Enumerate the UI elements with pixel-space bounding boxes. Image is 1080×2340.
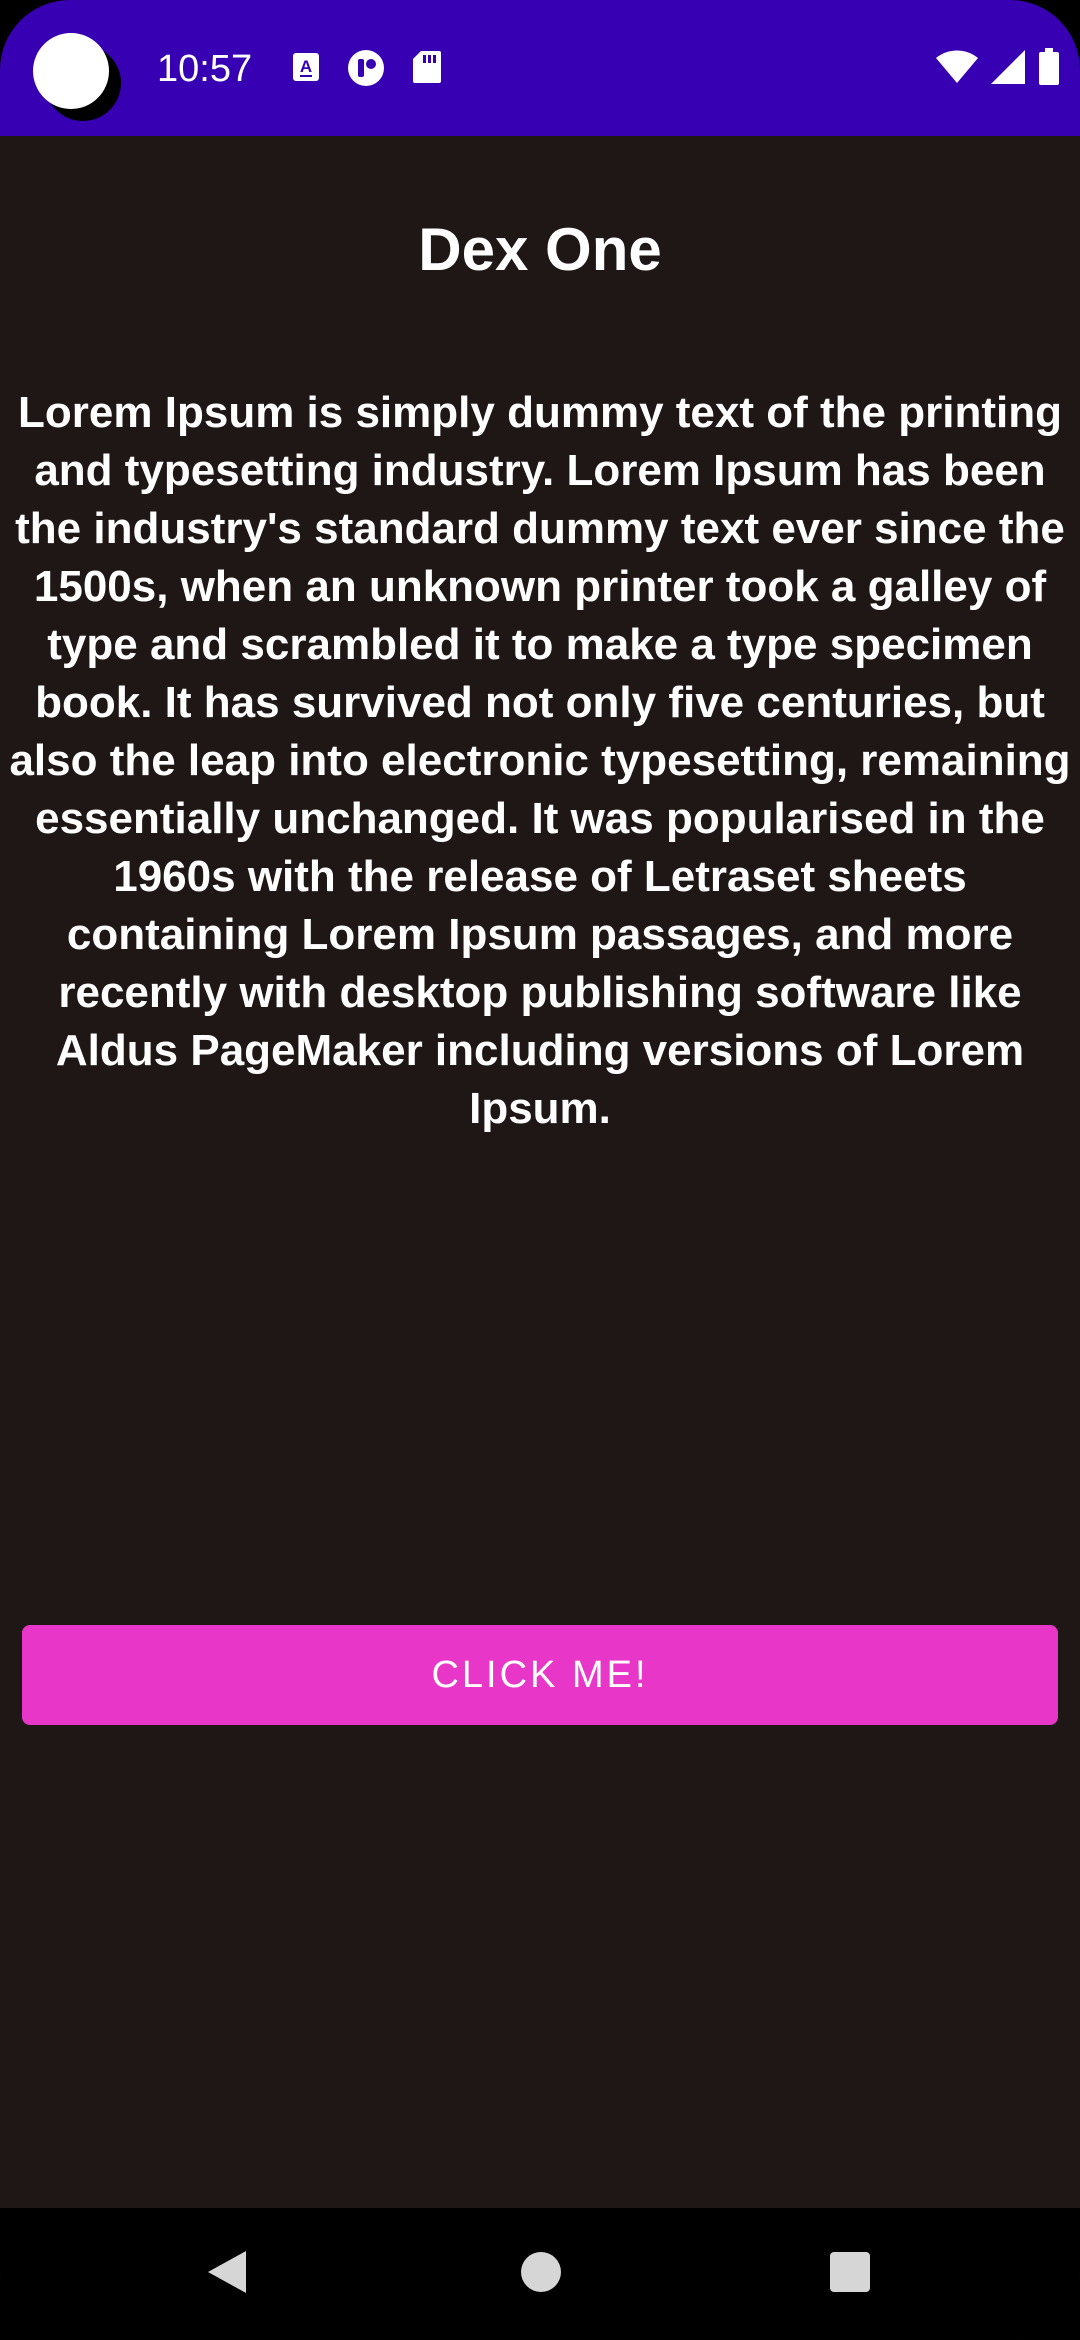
status-right-icons [936,48,1060,91]
recents-button[interactable] [770,2208,930,2340]
svg-text:A: A [300,57,312,76]
home-icon [520,2251,562,2298]
battery-icon [1038,48,1060,91]
click-me-button[interactable]: CLICK ME! [22,1625,1058,1725]
device-screen: 10:57 A Dex One Lorem Ipsum is simply du… [0,0,1080,2340]
accessibility-notification-icon [347,49,385,92]
status-time: 10:57 [157,48,253,90]
wifi-icon [936,50,978,89]
a-notification-icon: A [292,52,320,87]
body-text: Lorem Ipsum is simply dummy text of the … [9,388,1071,1133]
status-bar: 10:57 A [0,0,1080,136]
back-icon [206,2249,248,2300]
navigation-bar [0,2208,1080,2340]
back-button[interactable] [147,2208,307,2340]
recents-icon [829,2251,871,2298]
cell-signal-icon [990,49,1026,90]
sd-card-icon [413,50,441,89]
camera-cutout [33,33,109,109]
home-button[interactable] [461,2208,621,2340]
page-title: Dex One [418,216,662,283]
